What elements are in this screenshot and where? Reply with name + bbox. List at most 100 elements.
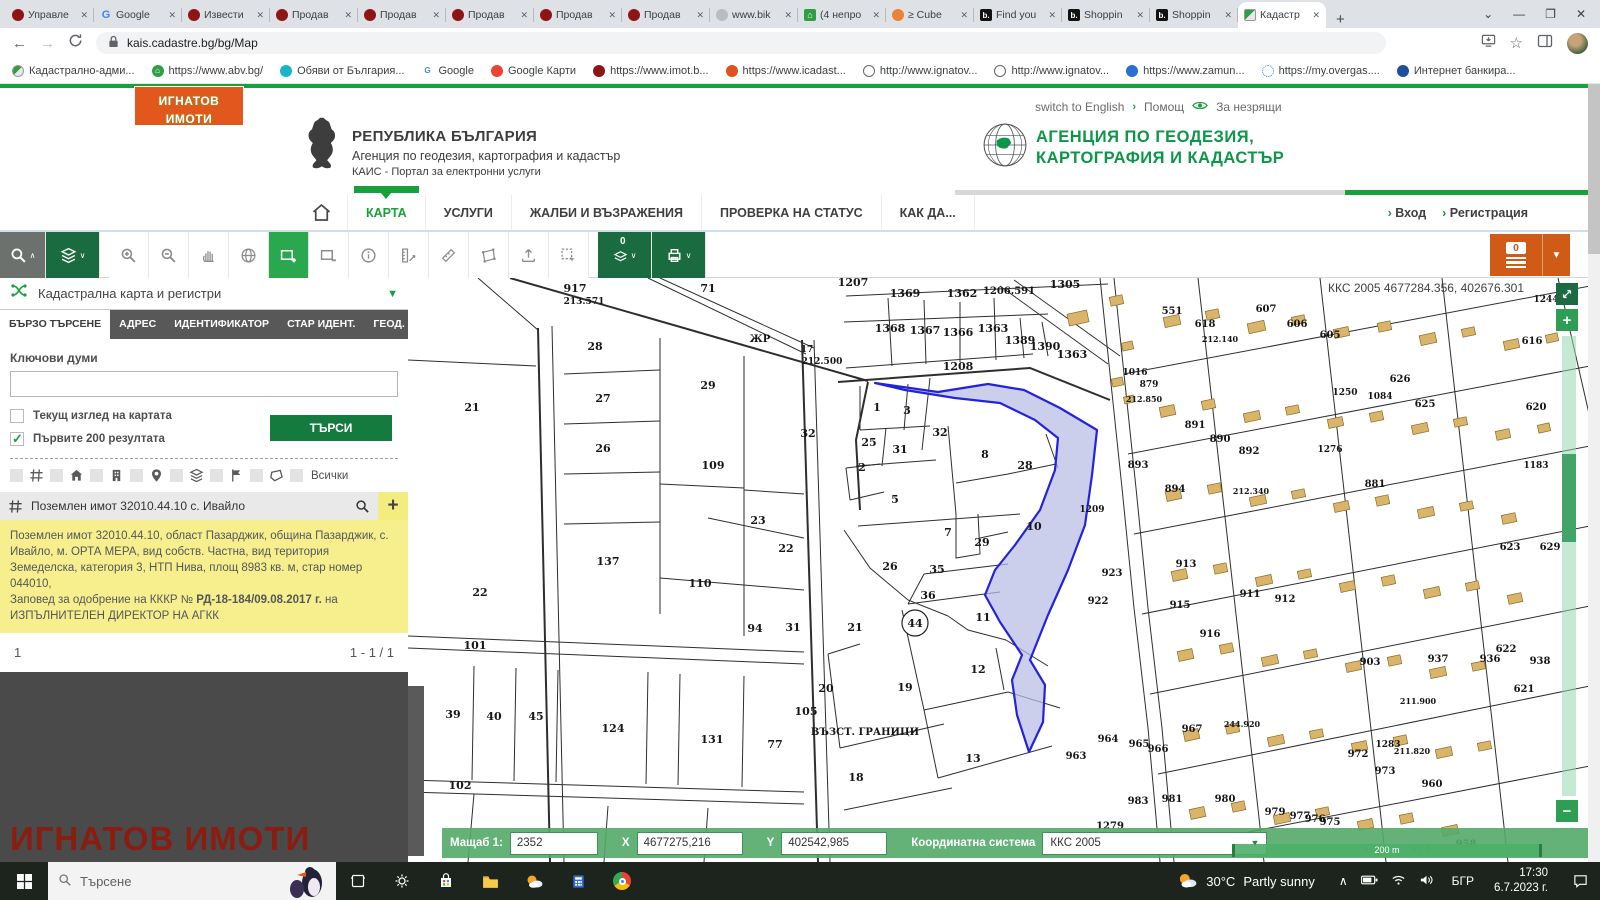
zoom-out-button[interactable]: − bbox=[1556, 800, 1578, 822]
restore-icon[interactable]: ❐ bbox=[1545, 7, 1556, 21]
toolbar-zoom-out-button[interactable] bbox=[149, 232, 189, 278]
toolbar-layers-button[interactable]: ∨ bbox=[46, 232, 100, 278]
tab[interactable]: ≥ Cube✕ bbox=[886, 2, 974, 28]
task-view-icon[interactable] bbox=[336, 862, 380, 900]
zoom-slider-thumb[interactable] bbox=[1562, 454, 1576, 542]
search-tab-идентификатор[interactable]: ИДЕНТИФИКАТОР bbox=[165, 310, 278, 339]
new-tab-button[interactable]: + bbox=[1326, 11, 1355, 28]
tray-chevron-up-icon[interactable]: ∧ bbox=[1339, 874, 1348, 888]
page-number[interactable]: 1 bbox=[14, 645, 21, 660]
tab-close-icon[interactable]: ✕ bbox=[80, 10, 88, 21]
tab[interactable]: Продав✕ bbox=[446, 2, 534, 28]
toolbar-zoom-in-button[interactable] bbox=[109, 232, 149, 278]
weather-app-icon[interactable] bbox=[512, 862, 556, 900]
tab-close-icon[interactable]: ✕ bbox=[1312, 10, 1320, 21]
toolbar-zoom-rect-out-button[interactable] bbox=[309, 232, 349, 278]
tab-close-icon[interactable]: ✕ bbox=[696, 10, 704, 21]
profile-avatar[interactable] bbox=[1567, 33, 1588, 54]
chevron-down-icon[interactable]: ▼ bbox=[1542, 234, 1570, 276]
switch-language-link[interactable]: switch to English bbox=[1035, 100, 1124, 114]
zoom-slider[interactable] bbox=[1562, 336, 1576, 796]
result-row[interactable]: Поземлен имот 32010.44.10 с. Ивайло + bbox=[0, 492, 408, 520]
volume-icon[interactable] bbox=[1419, 874, 1434, 889]
first-200-checkbox[interactable] bbox=[10, 432, 24, 446]
search-tab-стар-идент-[interactable]: СТАР ИДЕНТ. bbox=[278, 310, 364, 339]
search-button[interactable]: ТЪРСИ bbox=[270, 415, 392, 441]
layer-select[interactable]: Кадастрална карта и регистри ▼ bbox=[0, 278, 408, 310]
tab[interactable]: Продав✕ bbox=[270, 2, 358, 28]
toolbar-visible-layers-button[interactable]: ∨0 bbox=[598, 232, 652, 278]
bookmark-item[interactable]: https://www.icadast... bbox=[726, 65, 846, 77]
tab-close-icon[interactable]: ✕ bbox=[344, 10, 352, 21]
keywords-input[interactable] bbox=[10, 371, 398, 397]
scrollbar-thumb[interactable] bbox=[1588, 84, 1600, 254]
y-coordinate-input[interactable] bbox=[781, 832, 887, 855]
filter-checkbox-house[interactable] bbox=[50, 469, 63, 482]
side-panel-icon[interactable] bbox=[1537, 33, 1553, 54]
tab[interactable]: www.bik✕ bbox=[710, 2, 798, 28]
toolbar-zoom-rect-in-button[interactable] bbox=[269, 232, 309, 278]
bookmark-item[interactable]: http://www.ignatov... bbox=[994, 65, 1109, 77]
minimize-icon[interactable]: — bbox=[1513, 7, 1525, 21]
toolbar-upload-button[interactable] bbox=[509, 232, 549, 278]
tab[interactable]: Управле✕ bbox=[6, 2, 94, 28]
bookmark-star-icon[interactable]: ☆ bbox=[1510, 34, 1523, 52]
toolbar-measure-distance-button[interactable] bbox=[429, 232, 469, 278]
map-viewport[interactable]: 1207917213.57171ЖР136913621206.591130513… bbox=[408, 278, 1588, 862]
zoom-in-button[interactable]: + bbox=[1556, 309, 1578, 331]
bookmark-item[interactable]: https://my.overgas.... bbox=[1262, 65, 1380, 77]
bookmark-item[interactable]: https://www.zamun... bbox=[1126, 65, 1244, 77]
filter-checkbox-grid[interactable] bbox=[10, 469, 23, 482]
forward-icon[interactable]: → bbox=[40, 35, 55, 52]
toolbar-select-button[interactable] bbox=[549, 232, 589, 278]
tab-close-icon[interactable]: ✕ bbox=[784, 10, 792, 21]
zoom-to-result-icon[interactable] bbox=[355, 499, 370, 514]
bookmark-item[interactable]: ⌂https://www.abv.bg/ bbox=[152, 65, 264, 77]
register-link[interactable]: › Регистрация bbox=[1442, 206, 1528, 220]
address-bar[interactable]: kais.cadastre.bg/bg/Map bbox=[96, 32, 1386, 54]
current-view-checkbox[interactable] bbox=[10, 409, 24, 423]
tab-close-icon[interactable]: ✕ bbox=[960, 10, 968, 21]
toolbar-measure-area-button[interactable] bbox=[469, 232, 509, 278]
bookmark-item[interactable]: Google Карти bbox=[491, 65, 576, 77]
nav-item-проверка-на-статус[interactable]: ПРОВЕРКА НА СТАТУС bbox=[701, 195, 881, 230]
tab[interactable]: b.Shoppin✕ bbox=[1150, 2, 1238, 28]
accessibility-link[interactable]: За незрящи bbox=[1216, 100, 1281, 114]
close-icon[interactable]: ✕ bbox=[1576, 7, 1586, 21]
chrome-icon[interactable] bbox=[600, 862, 644, 900]
tab-close-icon[interactable]: ✕ bbox=[872, 10, 880, 21]
add-to-cart-icon[interactable]: + bbox=[378, 492, 408, 520]
wifi-icon[interactable] bbox=[1391, 874, 1406, 889]
search-tab-адрес[interactable]: АДРЕС bbox=[110, 310, 165, 339]
language-indicator[interactable]: БГР bbox=[1444, 874, 1482, 888]
taskbar-weather-widget[interactable]: 30°C Partly sunny bbox=[1162, 871, 1329, 892]
tab-close-icon[interactable]: ✕ bbox=[1048, 10, 1056, 21]
home-icon[interactable] bbox=[296, 195, 347, 230]
tab[interactable]: Продав✕ bbox=[358, 2, 446, 28]
settings-gear-icon[interactable] bbox=[380, 862, 424, 900]
action-center-icon[interactable] bbox=[1560, 862, 1600, 900]
file-explorer-icon[interactable] bbox=[468, 862, 512, 900]
tab[interactable]: Продав✕ bbox=[622, 2, 710, 28]
reload-icon[interactable] bbox=[68, 33, 83, 53]
tab-close-icon[interactable]: ✕ bbox=[168, 10, 176, 21]
scale-input[interactable] bbox=[510, 832, 598, 855]
page-scrollbar[interactable] bbox=[1588, 84, 1600, 862]
filter-checkbox-layers[interactable] bbox=[170, 469, 183, 482]
tab[interactable]: Извести✕ bbox=[182, 2, 270, 28]
start-button[interactable] bbox=[0, 862, 48, 900]
toolbar-pan-button[interactable] bbox=[189, 232, 229, 278]
map-canvas[interactable]: 1207917213.57171ЖР136913621206.591130513… bbox=[408, 278, 1588, 862]
taskbar-search-box[interactable]: Търсене bbox=[48, 862, 336, 900]
tab-close-icon[interactable]: ✕ bbox=[520, 10, 528, 21]
bookmark-item[interactable]: Обяви от България... bbox=[280, 65, 404, 77]
tab[interactable]: GGoogle✕ bbox=[94, 2, 182, 28]
bookmark-item[interactable]: GGoogle bbox=[421, 65, 473, 77]
tab-close-icon[interactable]: ✕ bbox=[256, 10, 264, 21]
filter-checkbox-polygon[interactable] bbox=[250, 469, 263, 482]
bookmark-item[interactable]: Интернет банкира... bbox=[1397, 65, 1516, 77]
install-icon[interactable] bbox=[1481, 33, 1496, 53]
toolbar-print-button[interactable]: ∨ bbox=[652, 232, 706, 278]
filter-checkbox-all[interactable] bbox=[290, 469, 303, 482]
tab[interactable]: Продав✕ bbox=[534, 2, 622, 28]
